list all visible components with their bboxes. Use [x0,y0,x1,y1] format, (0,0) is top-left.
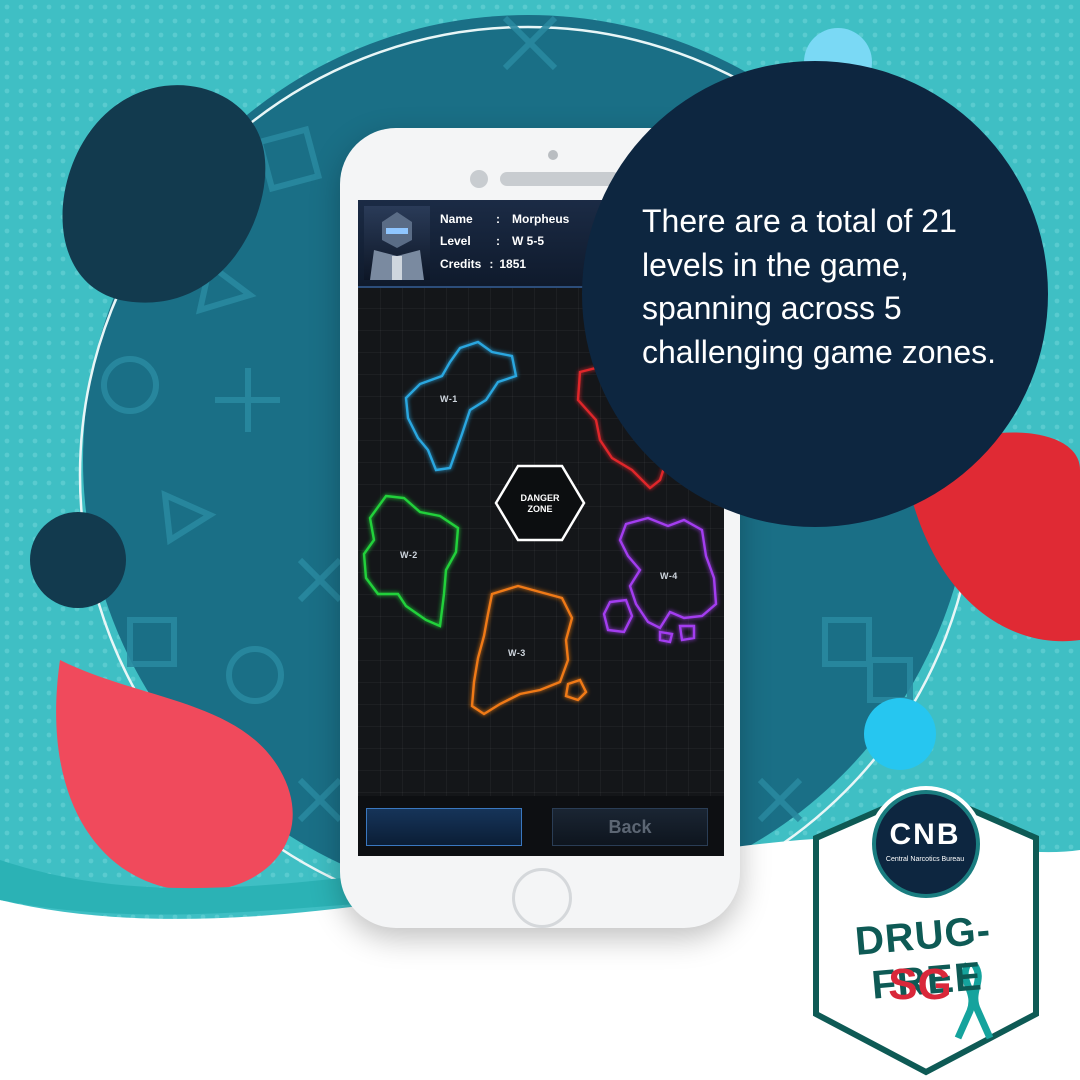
level-separator: : [496,234,500,248]
name-separator: : [496,212,500,226]
cnb-full-name: Central Narcotics Bureau [885,856,965,863]
player-name: Morpheus [512,212,570,226]
danger-zone-label: DANGER ZONE [486,493,594,515]
danger-zone-line2: ZONE [527,504,553,514]
hud-name-row: Name: Morpheus [440,212,569,226]
name-label: Name [440,212,473,226]
back-button[interactable]: Back [552,808,708,846]
phone-camera [470,170,488,188]
zone-w3-label: W-3 [508,648,526,658]
zone-w1-label: W-1 [440,394,458,404]
danger-zone-line1: DANGER [520,493,560,503]
zone-w2-label: W-2 [400,550,418,560]
phone-speaker [500,172,620,186]
hud-credits-row: Credits:1851 [440,257,526,271]
credits-label: Credits [440,257,482,271]
credits-separator: : [489,257,494,271]
navy-dot-left [30,512,126,608]
cnb-acronym: CNB [889,818,961,851]
robot-avatar-icon [370,212,424,280]
sg-label: SG [888,960,952,1009]
info-text: There are a total of 21 levels in the ga… [642,203,997,370]
menu-button[interactable] [366,808,522,846]
player-level: W 5-5 [512,234,545,248]
level-label: Level [440,234,471,248]
hud-level-row: Level: W 5-5 [440,234,544,248]
cyan-dot-right [864,698,936,770]
zone-w4-label: W-4 [660,571,678,581]
player-avatar [364,206,430,280]
phone-sensor [548,150,558,160]
player-credits: 1851 [499,257,527,271]
home-button[interactable] [512,868,572,928]
